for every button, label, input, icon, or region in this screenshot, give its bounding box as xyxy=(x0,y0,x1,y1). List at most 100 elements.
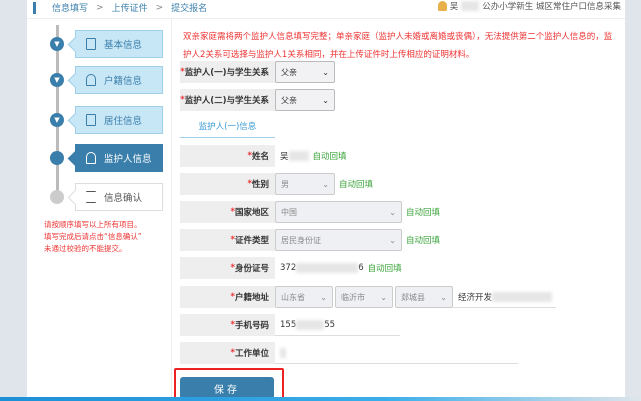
work-input[interactable] xyxy=(275,342,518,364)
chevron-down-icon: ⌄ xyxy=(389,235,396,245)
select-value: 中国 xyxy=(281,207,297,217)
field-label: 证件类型 xyxy=(234,236,269,246)
masked-text xyxy=(296,263,359,273)
field-label: 监护人(一)与学生关系 xyxy=(184,68,269,78)
field-label: 工作单位 xyxy=(234,349,269,359)
field-label: 身份证号 xyxy=(234,264,269,274)
step-label: 监护人信息 xyxy=(104,154,152,165)
masked-text xyxy=(288,151,309,161)
name-text: 吴 xyxy=(280,152,289,162)
province-select[interactable]: 山东省 ⌄ xyxy=(275,286,333,308)
step-label: 居住信息 xyxy=(104,116,143,127)
select-value: 山东省 xyxy=(281,292,305,302)
breadcrumb-fill[interactable]: 信息填写 xyxy=(52,1,88,14)
gender-select[interactable]: 男 ⌄ xyxy=(275,173,335,195)
step-confirm[interactable]: 信息确认 xyxy=(75,183,163,211)
masked-text xyxy=(461,1,480,11)
phone-suffix: 55 xyxy=(324,319,336,330)
relation-2-row: * 监护人(二)与学生关系 父亲 ⌄ xyxy=(180,89,335,111)
side-notes: 请按顺序填写以上所有项目。 填写完成后请点击“信息确认” 未通过校验的不能提交。 xyxy=(44,219,142,255)
chevron-down-icon: ⌄ xyxy=(380,292,387,302)
id-type-row: * 证件类型 居民身份证 ⌄ 自动回填 xyxy=(180,229,440,251)
masked-text xyxy=(280,347,286,358)
field-label: 监护人(二)与学生关系 xyxy=(184,96,269,106)
relation-1-select[interactable]: 父亲 ⌄ xyxy=(275,61,335,83)
document-icon xyxy=(86,114,96,126)
auto-fill-label: 自动回填 xyxy=(312,152,347,162)
note: 请按顺序填写以上所有项目。 xyxy=(44,220,142,229)
step-label: 信息确认 xyxy=(104,193,143,204)
select-value: 父亲 xyxy=(281,95,297,105)
address-detail-text: 经济开发 xyxy=(458,292,493,303)
tab-guardian-1[interactable]: 监护人(一)信息 xyxy=(180,120,275,138)
user-name: 吴 xyxy=(449,2,459,12)
note: 填写完成后请点击“信息确认” xyxy=(44,232,142,241)
chevron-down-icon: ⌄ xyxy=(320,292,327,302)
step-dot-icon: ▼ xyxy=(50,113,64,127)
breadcrumb-sep: > xyxy=(96,2,104,13)
phone-prefix: 155 xyxy=(280,319,297,330)
step-dot-icon xyxy=(50,151,64,165)
breadcrumb-upload[interactable]: 上传证件 xyxy=(112,1,148,14)
relation-2-select[interactable]: 父亲 ⌄ xyxy=(275,89,335,111)
auto-fill-label: 自动回填 xyxy=(406,208,441,218)
name-row: * 姓名 吴 自动回填 xyxy=(180,145,347,167)
gender-row: * 性别 男 ⌄ 自动回填 xyxy=(180,173,373,195)
step-guardian-info[interactable]: 监护人信息 xyxy=(75,144,163,172)
id-suffix: 6 xyxy=(358,263,364,273)
work-row: * 工作单位 xyxy=(180,342,518,364)
highlight-box xyxy=(174,368,284,400)
id-type-select[interactable]: 居民身份证 ⌄ xyxy=(275,229,402,251)
document-icon xyxy=(86,38,96,50)
breadcrumb-submit[interactable]: 提交报名 xyxy=(171,1,207,14)
step-residence-info[interactable]: 居住信息 xyxy=(75,106,163,134)
bottom-stripe xyxy=(0,397,641,401)
id-number-row: * 身份证号 372 6 自动回填 xyxy=(180,257,402,279)
auto-fill-label: 自动回填 xyxy=(339,180,374,190)
avatar-icon xyxy=(437,1,447,11)
select-value: 父亲 xyxy=(281,67,297,77)
field-label: 手机号码 xyxy=(234,321,269,331)
hourglass-icon xyxy=(86,191,96,203)
country-select[interactable]: 中国 ⌄ xyxy=(275,201,402,223)
county-select[interactable]: 郯城县 ⌄ xyxy=(395,286,453,308)
city-select[interactable]: 临沂市 ⌄ xyxy=(335,286,393,308)
phone-input[interactable]: 155 55 xyxy=(275,314,400,336)
breadcrumb-bar xyxy=(33,1,36,14)
auto-fill-label: 自动回填 xyxy=(367,264,402,274)
name-value: 吴 xyxy=(275,145,309,167)
chevron-down-icon: ⌄ xyxy=(322,95,329,105)
user-icon xyxy=(86,74,96,86)
address-detail-input[interactable]: 经济开发 xyxy=(453,286,556,308)
step-label: 户籍信息 xyxy=(104,76,143,87)
auto-fill-label: 自动回填 xyxy=(406,236,441,246)
step-dot-icon: ▼ xyxy=(50,37,64,51)
select-value: 临沂市 xyxy=(341,292,365,302)
select-value: 居民身份证 xyxy=(281,235,321,245)
step-dot-icon: ▼ xyxy=(50,73,64,87)
field-label: 性别 xyxy=(251,180,269,190)
chevron-down-icon: ⌄ xyxy=(322,179,329,189)
step-dot-icon xyxy=(50,190,64,204)
country-row: * 国家地区 中国 ⌄ 自动回填 xyxy=(180,201,440,223)
relation-1-row: * 监护人(一)与学生关系 父亲 ⌄ xyxy=(180,61,335,83)
field-label: 户籍地址 xyxy=(234,293,269,303)
chevron-down-icon: ⌄ xyxy=(322,67,329,77)
select-value: 男 xyxy=(281,179,289,189)
field-label: 姓名 xyxy=(251,152,269,162)
step-label: 基本信息 xyxy=(104,40,143,51)
chevron-down-icon: ⌄ xyxy=(389,207,396,217)
guardian-icon xyxy=(86,152,96,164)
id-prefix: 372 xyxy=(280,263,297,273)
field-label: 国家地区 xyxy=(234,208,269,218)
user-info: 吴 公办小学新生 城区常住户口信息采集 xyxy=(437,0,621,12)
warning-text: 双亲家庭需将两个监护人信息填写完整；单亲家庭（监护人未婚或离婚或丧偶），无法提供… xyxy=(183,32,613,60)
chevron-down-icon: ⌄ xyxy=(440,292,447,302)
breadcrumb-sep: > xyxy=(155,2,164,13)
address-row: * 户籍地址 山东省 ⌄ 临沂市 ⌄ 郯城县 ⌄ 经济开发 xyxy=(180,286,556,308)
phone-row: * 手机号码 155 55 xyxy=(180,314,400,336)
step-household-info[interactable]: 户籍信息 xyxy=(75,66,163,94)
step-basic-info[interactable]: 基本信息 xyxy=(75,30,163,58)
select-value: 郯城县 xyxy=(401,292,425,302)
masked-text xyxy=(296,319,325,330)
